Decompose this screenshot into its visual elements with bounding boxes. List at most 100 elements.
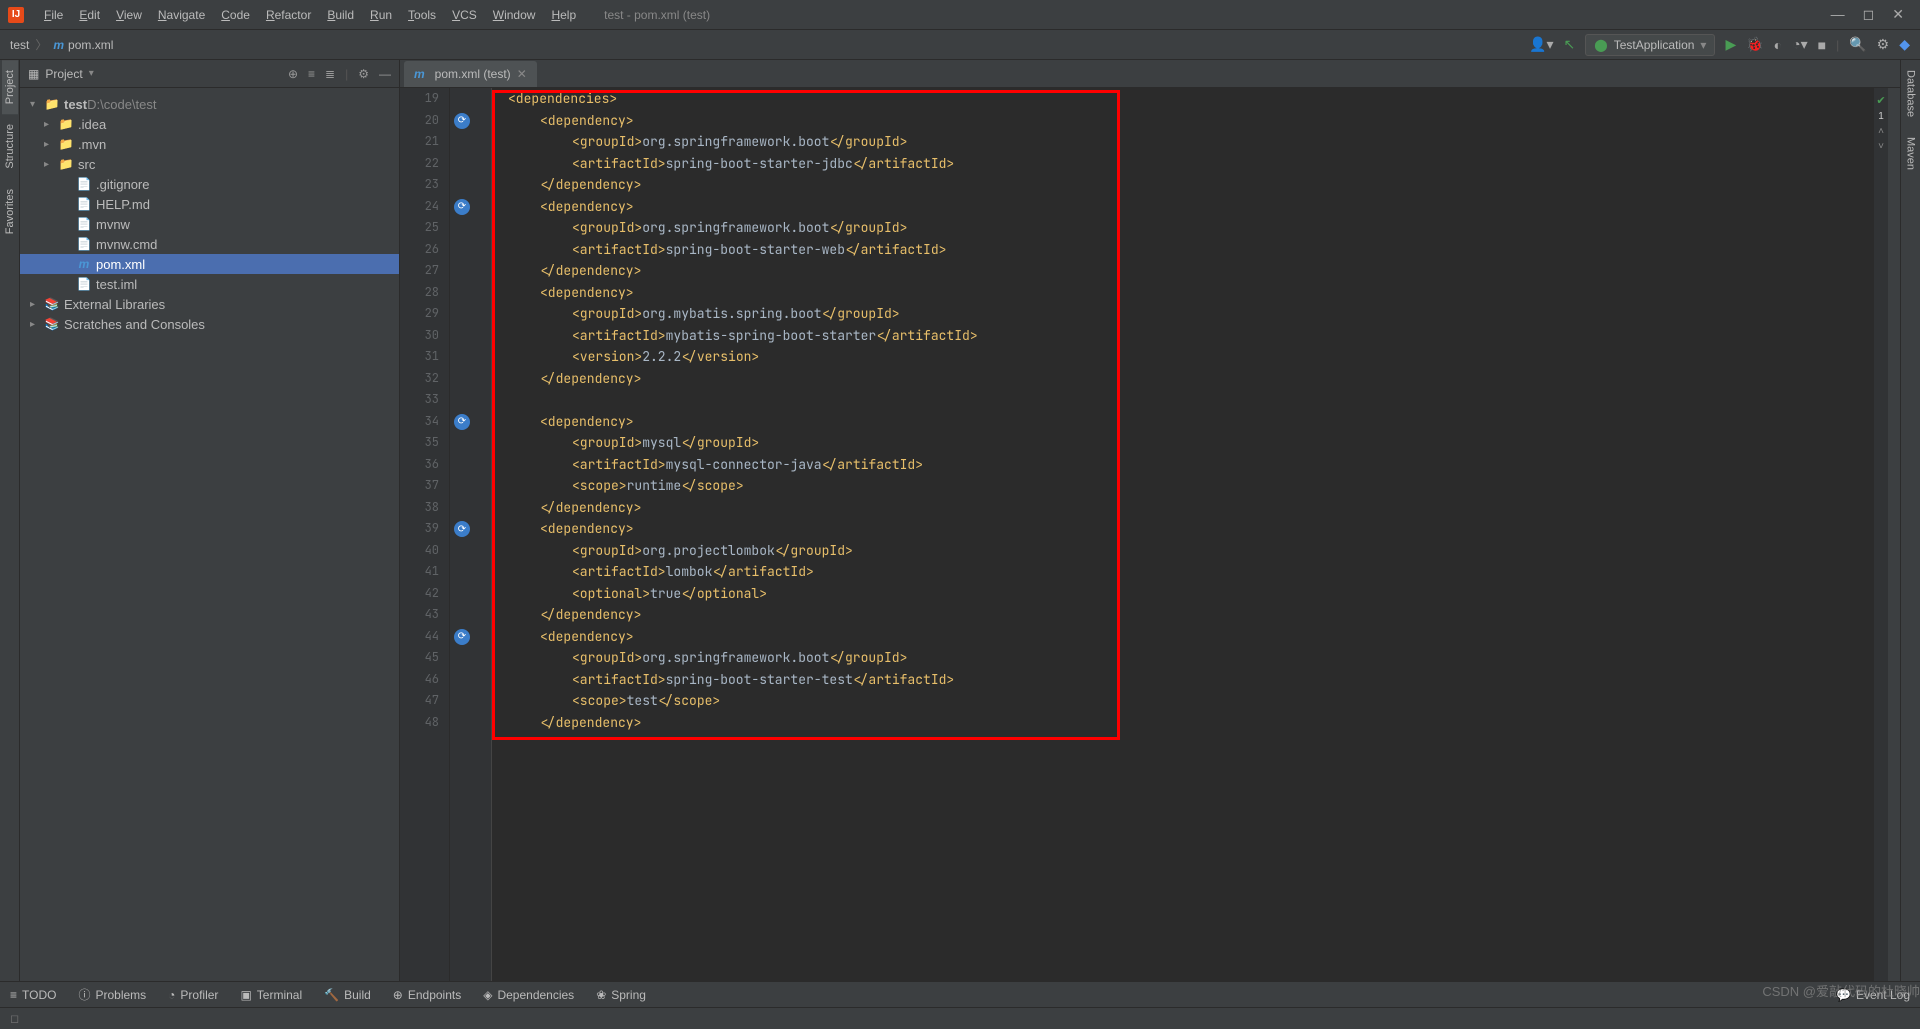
menu-view[interactable]: View <box>108 4 150 26</box>
line-number[interactable]: 21 <box>400 131 449 153</box>
code-line[interactable]: </dependency> <box>492 497 1874 519</box>
tree-file-mvnw-cmd[interactable]: 📄mvnw.cmd <box>20 234 399 254</box>
menu-tools[interactable]: Tools <box>400 4 444 26</box>
dependency-marker-icon[interactable]: ⟳ <box>454 521 470 537</box>
search-icon[interactable]: 🔍 <box>1849 36 1866 53</box>
code-line[interactable]: </dependency> <box>492 604 1874 626</box>
code-line[interactable]: <dependency> <box>492 411 1874 433</box>
sb-endpoints[interactable]: ⊕Endpoints <box>393 986 461 1003</box>
select-open-icon[interactable]: ⊕ <box>288 67 298 81</box>
editor-scrollbar[interactable] <box>1888 88 1900 981</box>
menu-edit[interactable]: Edit <box>71 4 108 26</box>
code-line[interactable]: <scope>test</scope> <box>492 690 1874 712</box>
line-number[interactable]: 36 <box>400 454 449 476</box>
sb-problems[interactable]: ⓘProblems <box>78 986 146 1003</box>
code-line[interactable]: <groupId>org.mybatis.spring.boot</groupI… <box>492 303 1874 325</box>
menu-help[interactable]: Help <box>543 4 584 26</box>
tree-folder-mvn[interactable]: ▸📁.mvn <box>20 134 399 154</box>
code-line[interactable]: <dependency> <box>492 626 1874 648</box>
run-icon[interactable]: ▶ <box>1725 36 1736 53</box>
code-line[interactable]: <dependency> <box>492 518 1874 540</box>
menu-window[interactable]: Window <box>485 4 544 26</box>
line-number[interactable]: 34 <box>400 411 449 433</box>
tree-scratches-and-consoles[interactable]: ▸📚Scratches and Consoles <box>20 314 399 334</box>
code-line[interactable]: <dependencies> <box>492 88 1874 110</box>
sb-terminal[interactable]: ▣Terminal <box>240 986 302 1003</box>
hide-icon[interactable]: — <box>379 67 391 81</box>
rail-project[interactable]: Project <box>2 60 18 114</box>
code-line[interactable]: <groupId>org.springframework.boot</group… <box>492 647 1874 669</box>
tree-folder-src[interactable]: ▸📁src <box>20 154 399 174</box>
code-line[interactable]: <groupId>org.projectlombok</groupId> <box>492 540 1874 562</box>
code-line[interactable]: </dependency> <box>492 174 1874 196</box>
line-number[interactable]: 20 <box>400 110 449 132</box>
line-number[interactable]: 24 <box>400 196 449 218</box>
rail-favorites[interactable]: Favorites <box>2 179 18 244</box>
tree-file--gitignore[interactable]: 📄.gitignore <box>20 174 399 194</box>
rail-structure[interactable]: Structure <box>2 114 18 179</box>
debug-icon[interactable]: 🐞 <box>1746 36 1763 53</box>
line-number[interactable]: 42 <box>400 583 449 605</box>
sb-dependencies[interactable]: ◈Dependencies <box>483 986 574 1003</box>
breadcrumb-root[interactable]: test <box>10 38 29 52</box>
build-hammer-icon[interactable]: ↖ <box>1564 36 1576 53</box>
menu-navigate[interactable]: Navigate <box>150 4 213 26</box>
rail-database[interactable]: Database <box>1903 60 1919 127</box>
breadcrumb-file[interactable]: pom.xml <box>68 38 113 52</box>
line-number[interactable]: 46 <box>400 669 449 691</box>
code-line[interactable]: <scope>runtime</scope> <box>492 475 1874 497</box>
line-number[interactable]: 39 <box>400 518 449 540</box>
menu-build[interactable]: Build <box>319 4 362 26</box>
dependency-marker-icon[interactable]: ⟳ <box>454 629 470 645</box>
line-number[interactable]: 35 <box>400 432 449 454</box>
fold-column[interactable] <box>478 88 492 981</box>
line-number[interactable]: 45 <box>400 647 449 669</box>
code-line[interactable]: <artifactId>mybatis-spring-boot-starter<… <box>492 325 1874 347</box>
line-number[interactable]: 48 <box>400 712 449 734</box>
code-line[interactable]: <version>2.2.2</version> <box>492 346 1874 368</box>
menu-file[interactable]: File <box>36 4 71 26</box>
menu-run[interactable]: Run <box>362 4 400 26</box>
close-icon[interactable]: ✕ <box>1892 6 1904 23</box>
line-number[interactable]: 26 <box>400 239 449 261</box>
code-line[interactable]: <artifactId>lombok</artifactId> <box>492 561 1874 583</box>
run-config-combo[interactable]: ⬤ TestApplication ▾ <box>1585 34 1715 56</box>
line-number[interactable]: 43 <box>400 604 449 626</box>
line-number[interactable]: 31 <box>400 346 449 368</box>
rail-maven[interactable]: Maven <box>1903 127 1919 180</box>
dependency-marker-icon[interactable]: ⟳ <box>454 199 470 215</box>
tree-folder-idea[interactable]: ▸📁.idea <box>20 114 399 134</box>
line-number[interactable]: 38 <box>400 497 449 519</box>
line-number[interactable]: 44 <box>400 626 449 648</box>
line-number[interactable]: 32 <box>400 368 449 390</box>
dependency-marker-icon[interactable]: ⟳ <box>454 414 470 430</box>
tree-file-mvnw[interactable]: 📄mvnw <box>20 214 399 234</box>
line-number[interactable]: 29 <box>400 303 449 325</box>
code-line[interactable]: <artifactId>spring-boot-starter-test</ar… <box>492 669 1874 691</box>
menu-refactor[interactable]: Refactor <box>258 4 319 26</box>
chevron-down-icon[interactable]: ˅ <box>1878 141 1884 152</box>
code-line[interactable]: <dependency> <box>492 196 1874 218</box>
code-line[interactable]: <artifactId>spring-boot-starter-web</art… <box>492 239 1874 261</box>
inspection-ok-icon[interactable]: ✔ <box>1876 94 1885 107</box>
profile-icon[interactable]: ◔▾ <box>1792 36 1807 53</box>
line-number[interactable]: 41 <box>400 561 449 583</box>
line-number[interactable]: 23 <box>400 174 449 196</box>
gear-icon[interactable]: ⚙ <box>358 67 369 81</box>
code-line[interactable]: <groupId>mysql</groupId> <box>492 432 1874 454</box>
code-line[interactable]: <groupId>org.springframework.boot</group… <box>492 131 1874 153</box>
code-line[interactable]: <artifactId>mysql-connector-java</artifa… <box>492 454 1874 476</box>
dependency-marker-icon[interactable]: ⟳ <box>454 113 470 129</box>
tree-root[interactable]: ▾📁test D:\code\test <box>20 94 399 114</box>
line-number[interactable]: 37 <box>400 475 449 497</box>
maximize-icon[interactable]: ◻ <box>1863 6 1875 23</box>
sb-todo[interactable]: ≡TODO <box>10 986 56 1003</box>
code-line[interactable]: <groupId>org.springframework.boot</group… <box>492 217 1874 239</box>
panel-title[interactable]: Project <box>45 67 82 81</box>
minimize-icon[interactable]: — <box>1831 6 1845 23</box>
sb-spring[interactable]: ❀Spring <box>596 986 646 1003</box>
code-line[interactable]: </dependency> <box>492 368 1874 390</box>
line-number[interactable]: 33 <box>400 389 449 411</box>
line-number[interactable]: 19 <box>400 88 449 110</box>
menu-code[interactable]: Code <box>213 4 258 26</box>
